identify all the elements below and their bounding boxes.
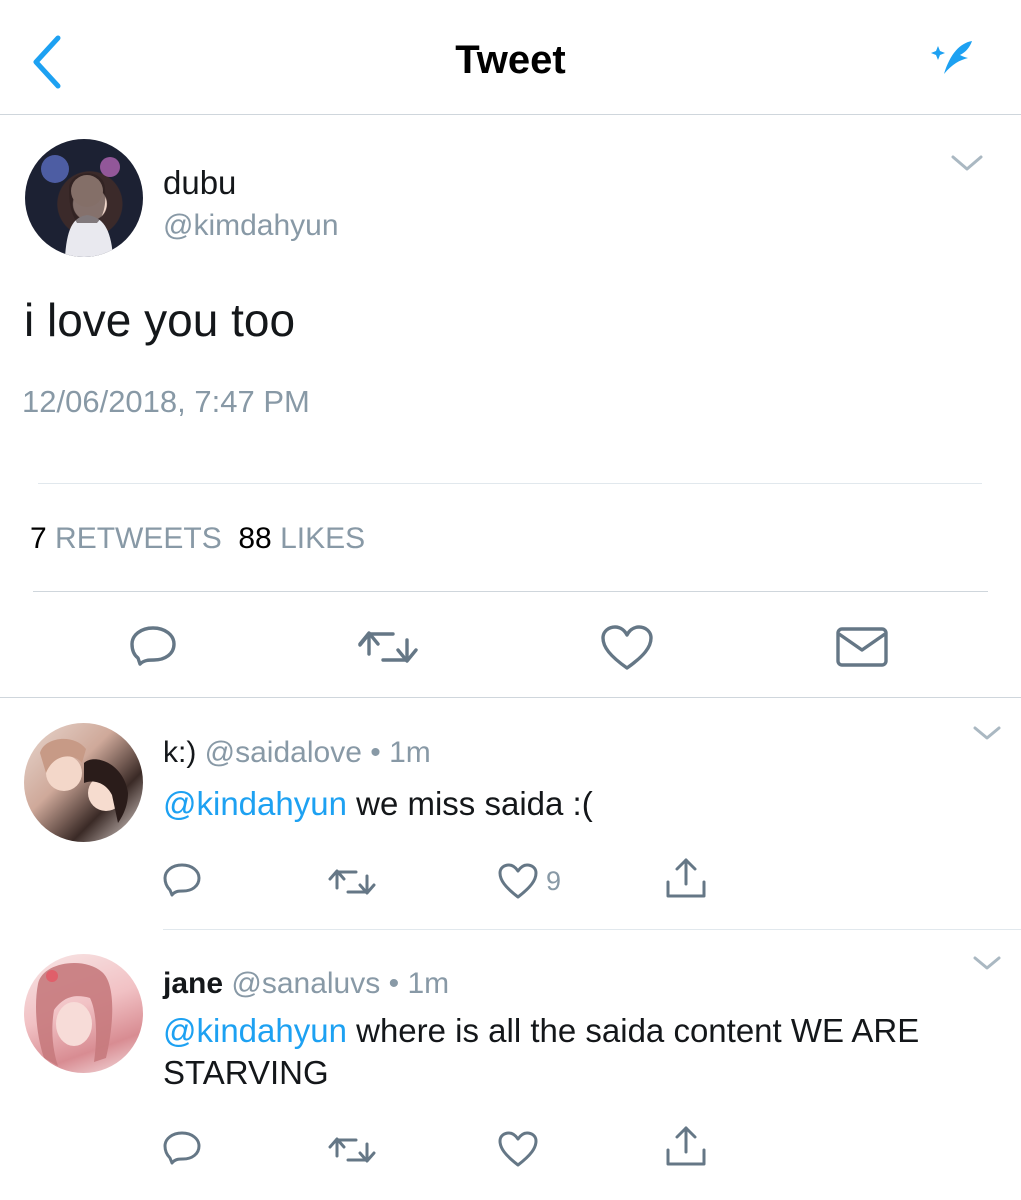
retweet-stat[interactable]: 7 RETWEETS xyxy=(30,522,222,555)
divider xyxy=(163,929,1021,930)
reply-button[interactable] xyxy=(162,862,202,900)
tweet-stats: 7 RETWEETS 88 LIKES xyxy=(30,522,365,556)
chevron-down-icon xyxy=(951,155,983,171)
avatar[interactable] xyxy=(24,723,143,842)
mention-link[interactable]: @kindahyun xyxy=(163,1012,347,1049)
avatar-photo-icon xyxy=(41,155,120,257)
avatar-photo-icon xyxy=(40,738,128,823)
tweet-timestamp: 12/06/2018, 7:47 PM xyxy=(22,384,310,419)
tweet-options-button[interactable] xyxy=(950,152,984,174)
divider xyxy=(33,591,988,592)
avatar[interactable] xyxy=(25,139,143,257)
reply-display-name[interactable]: jane xyxy=(163,967,223,1000)
reply-text: @kindahyun where is all the saida conten… xyxy=(163,1010,953,1094)
header-divider xyxy=(0,114,1021,115)
reply-options-button[interactable] xyxy=(972,724,1002,742)
retweet-icon xyxy=(328,869,376,895)
like-icon xyxy=(498,863,538,899)
share-button[interactable] xyxy=(664,856,708,900)
avatar[interactable] xyxy=(24,954,143,1073)
divider xyxy=(0,697,1021,698)
chevron-down-icon xyxy=(973,956,1001,970)
reply-icon xyxy=(163,1131,201,1165)
like-stat[interactable]: 88 LIKES xyxy=(238,522,365,555)
reply-button[interactable] xyxy=(162,1130,202,1168)
direct-message-icon xyxy=(836,627,888,667)
like-button[interactable] xyxy=(600,624,654,672)
reply-time: 1m xyxy=(389,736,431,769)
tweet-text: i love you too xyxy=(24,294,296,346)
retweet-button[interactable] xyxy=(326,1132,378,1168)
divider xyxy=(38,483,982,484)
reply-icon xyxy=(163,863,201,897)
reply-button[interactable] xyxy=(128,624,178,670)
reply-body: we miss saida :( xyxy=(346,785,593,822)
like-count: 88 xyxy=(238,522,272,555)
page-title: Tweet xyxy=(455,38,566,82)
compose-feather-icon xyxy=(931,41,972,74)
reply-time: 1m xyxy=(407,967,450,1000)
reply-text: @kindahyun we miss saida :( xyxy=(163,783,963,825)
like-label: LIKES xyxy=(280,522,366,555)
avatar-photo-icon xyxy=(36,962,113,1066)
like-icon xyxy=(601,625,653,670)
reply-handle[interactable]: @saidalove xyxy=(205,736,362,769)
separator-dot: • xyxy=(370,736,381,769)
user-handle[interactable]: @kimdahyun xyxy=(163,209,339,243)
reply-options-button[interactable] xyxy=(972,954,1002,972)
retweet-icon xyxy=(358,631,418,663)
retweet-button[interactable] xyxy=(355,624,421,670)
retweet-button[interactable] xyxy=(326,864,378,900)
chevron-down-icon xyxy=(973,726,1001,740)
share-button[interactable] xyxy=(664,1124,708,1168)
reply-display-name[interactable]: k:) xyxy=(163,736,196,769)
reply-handle[interactable]: @sanaluvs xyxy=(231,967,380,1000)
reply-icon xyxy=(130,626,176,666)
separator-dot: • xyxy=(388,967,400,1000)
share-icon xyxy=(666,1126,706,1166)
direct-message-button[interactable] xyxy=(835,626,889,668)
mention-link[interactable]: @kindahyun xyxy=(163,785,347,822)
reply-header: jane @sanaluvs • 1m xyxy=(163,967,449,1001)
retweet-count: 7 xyxy=(30,522,47,555)
like-count: 9 xyxy=(546,866,562,896)
like-icon xyxy=(498,1131,538,1167)
compose-button[interactable] xyxy=(930,38,976,80)
display-name[interactable]: dubu xyxy=(163,164,236,202)
share-icon xyxy=(666,858,706,898)
like-button[interactable] xyxy=(497,862,539,900)
reply-header: k:) @saidalove • 1m xyxy=(163,736,431,770)
retweet-icon xyxy=(328,1137,376,1163)
like-button[interactable] xyxy=(497,1130,539,1168)
retweet-label: RETWEETS xyxy=(55,522,222,555)
